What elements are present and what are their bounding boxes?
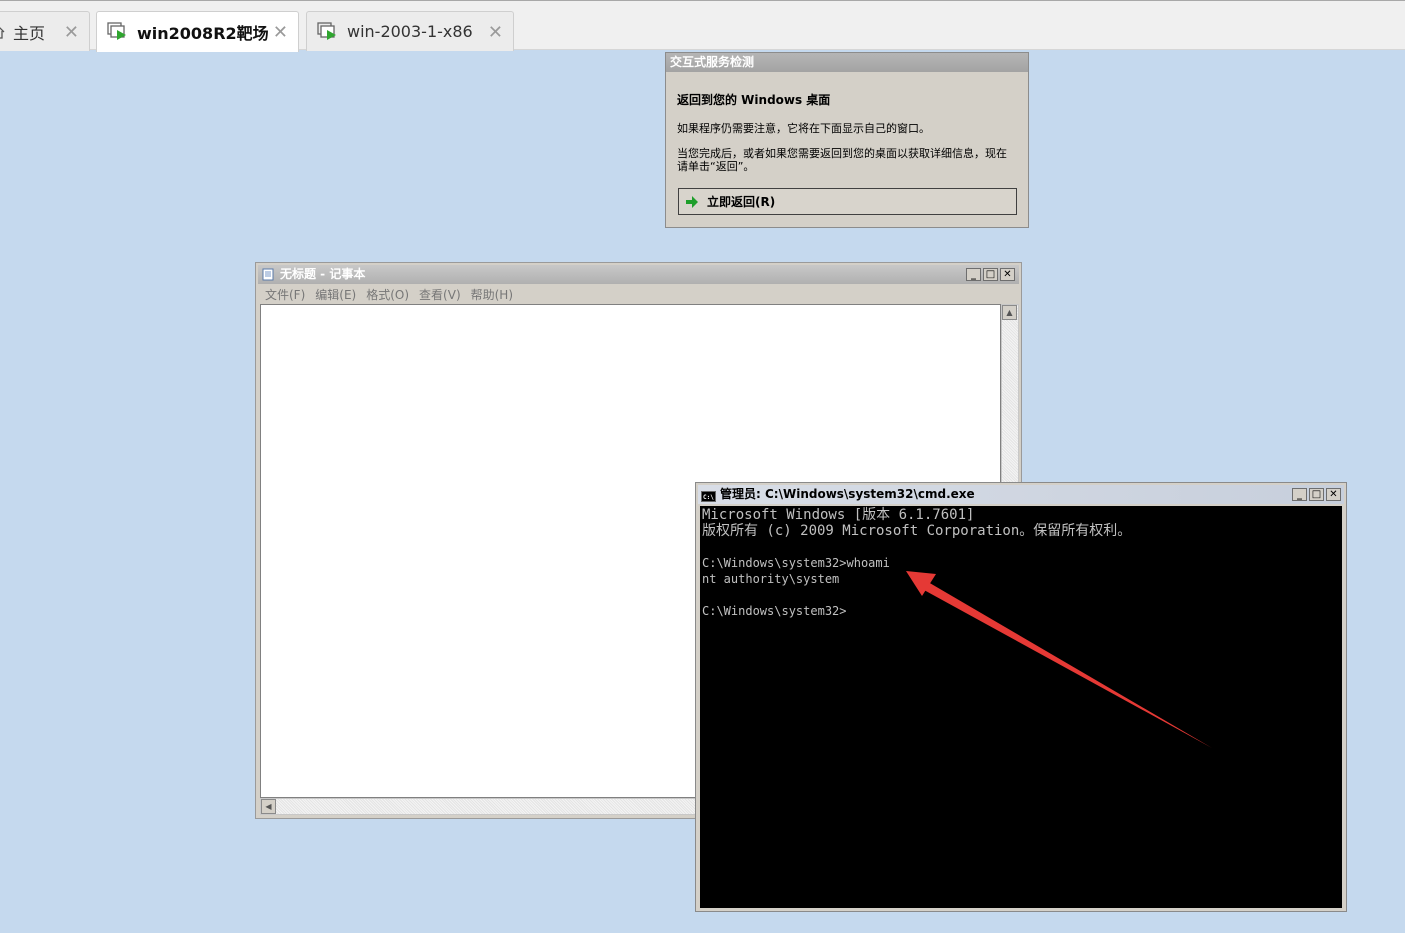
notepad-title-bar[interactable]: 无标题 - 记事本 _ □ ✕ — [258, 265, 1019, 284]
vm-tab-bar: 主页 ✕ win2008R2靶场 ✕ win-2003-1-x86 ✕ — [0, 0, 1405, 52]
menu-edit[interactable]: 编辑(E) — [315, 286, 356, 303]
interactive-service-dialog: 交互式服务检测 返回到您的 Windows 桌面 如果程序仍需要注意，它将在下面… — [665, 52, 1029, 228]
window-title: 无标题 - 记事本 — [280, 267, 366, 281]
return-now-button[interactable]: 立即返回(R) — [678, 188, 1017, 215]
window-controls: _ □ ✕ — [966, 268, 1015, 281]
tab-label: win-2003-1-x86 — [347, 22, 473, 41]
tab-label: win2008R2靶场 — [137, 24, 269, 43]
console-line: Microsoft Windows [版本 6.1.7601] — [702, 507, 975, 523]
tab-win2008r2[interactable]: win2008R2靶场 ✕ — [96, 11, 299, 52]
console-line: nt authority\system — [702, 572, 840, 586]
dialog-text: 如果程序仍需要注意，它将在下面显示自己的窗口。 — [677, 122, 930, 135]
close-button[interactable]: ✕ — [1326, 488, 1341, 501]
close-icon[interactable]: ✕ — [273, 22, 288, 43]
vm-running-icon — [107, 22, 129, 42]
menu-help[interactable]: 帮助(H) — [471, 286, 513, 303]
cmd-window: C:\ 管理员: C:\Windows\system32\cmd.exe _ □… — [695, 482, 1347, 912]
console-line: 版权所有 (c) 2009 Microsoft Corporation。保留所有… — [702, 523, 1132, 539]
tab-win2003[interactable]: win-2003-1-x86 ✕ — [306, 11, 514, 51]
maximize-button[interactable]: □ — [1309, 488, 1324, 501]
close-icon[interactable]: ✕ — [64, 22, 79, 43]
console-icon: C:\ — [701, 489, 716, 502]
window-title: 管理员: C:\Windows\system32\cmd.exe — [720, 487, 975, 501]
console-line: C:\Windows\system32> — [702, 604, 847, 618]
minimize-button[interactable]: _ — [1292, 488, 1307, 501]
dialog-text: 当您完成后，或者如果您需要返回到您的桌面以获取详细信息，现在请单击“返回”。 — [677, 147, 1007, 173]
dialog-title[interactable]: 交互式服务检测 — [666, 53, 1028, 72]
tab-label: 主页 — [13, 23, 46, 43]
green-arrow-icon — [685, 195, 699, 209]
window-controls: _ □ ✕ — [1292, 488, 1341, 501]
dialog-heading: 返回到您的 Windows 桌面 — [677, 93, 831, 107]
return-now-label: 立即返回(R) — [707, 195, 776, 209]
svg-text:C:\: C:\ — [703, 494, 714, 501]
close-icon[interactable]: ✕ — [488, 22, 503, 43]
maximize-button[interactable]: □ — [983, 268, 998, 281]
vm-running-icon — [317, 21, 339, 42]
minimize-button[interactable]: _ — [966, 268, 981, 281]
menu-format[interactable]: 格式(O) — [366, 286, 409, 303]
notepad-menu-bar: 文件(F) 编辑(E) 格式(O) 查看(V) 帮助(H) — [258, 285, 1019, 303]
menu-file[interactable]: 文件(F) — [265, 286, 305, 303]
console-output[interactable]: Microsoft Windows [版本 6.1.7601] 版权所有 (c)… — [700, 506, 1342, 908]
close-button[interactable]: ✕ — [1000, 268, 1015, 281]
cmd-title-bar[interactable]: C:\ 管理员: C:\Windows\system32\cmd.exe _ □… — [698, 485, 1344, 504]
menu-view[interactable]: 查看(V) — [419, 286, 461, 303]
scroll-left-button[interactable]: ◀ — [261, 799, 276, 814]
home-icon — [0, 25, 5, 39]
notepad-icon — [262, 268, 274, 281]
console-line: C:\Windows\system32>whoami — [702, 556, 890, 570]
scroll-up-button[interactable]: ▲ — [1002, 305, 1017, 320]
tab-home[interactable]: 主页 ✕ — [0, 11, 90, 51]
